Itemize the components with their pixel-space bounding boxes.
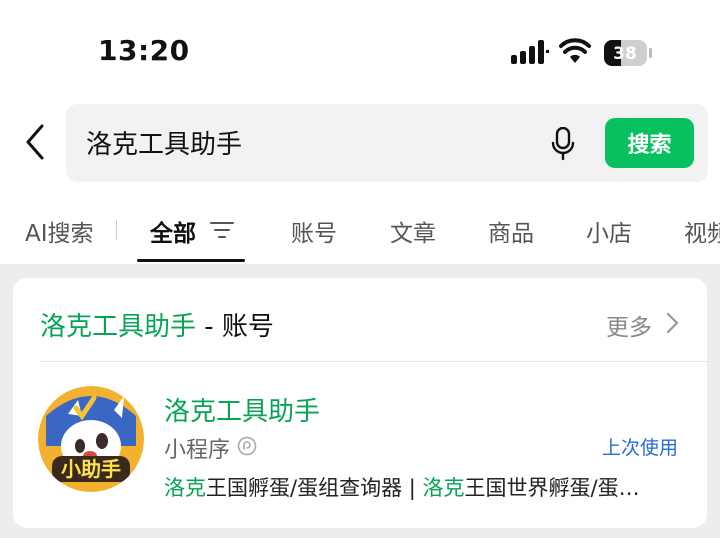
search-button[interactable]: 搜索 [605, 118, 694, 168]
cellular-signal-icon [511, 40, 549, 64]
desc-highlight: 洛克 [164, 476, 206, 500]
chevron-right-icon[interactable] [665, 311, 679, 335]
card-divider [40, 361, 707, 362]
tab-divider [116, 220, 117, 240]
status-bar: 13:20 38 [0, 0, 720, 100]
status-time: 13:20 [98, 34, 190, 67]
microphone-icon[interactable] [551, 127, 575, 161]
back-arrow-icon[interactable] [24, 122, 46, 162]
tab-articles[interactable]: 文章 [390, 214, 436, 248]
battery-level: 38 [613, 44, 637, 64]
desc-text: 王国世界孵蛋/蛋… [464, 476, 640, 500]
section-title-highlight: 洛克工具助手 [40, 312, 197, 342]
wifi-icon [559, 38, 591, 63]
filter-icon[interactable] [210, 220, 234, 240]
avatar-text: 小助手 [61, 457, 121, 481]
mini-program-name[interactable]: 洛克工具助手 [164, 391, 320, 428]
section-title-suffix: - 账号 [196, 312, 274, 342]
mini-program-description: 洛克王国孵蛋/蛋组查询器 | 洛克王国世界孵蛋/蛋… [164, 472, 684, 502]
tab-all[interactable]: 全部 [150, 214, 196, 248]
mini-program-icon [237, 436, 257, 456]
tab-products[interactable]: 商品 [488, 214, 534, 248]
more-link[interactable]: 更多 [606, 308, 652, 342]
desc-text: 王国孵蛋/蛋组查询器 | [206, 476, 423, 500]
tab-accounts[interactable]: 账号 [291, 214, 337, 248]
last-used-badge: 上次使用 [602, 437, 679, 459]
mini-program-type: 小程序 [164, 438, 231, 463]
desc-highlight: 洛克 [422, 476, 465, 500]
active-tab-indicator [137, 259, 245, 262]
mini-program-avatar[interactable]: 小助手 [38, 386, 144, 492]
battery-icon: 38 [604, 40, 652, 66]
tab-shops[interactable]: 小店 [586, 214, 632, 248]
tab-videos[interactable]: 视频 [684, 214, 720, 248]
tab-ai-search[interactable]: AI搜索 [25, 214, 94, 248]
search-query-text[interactable]: 洛克工具助手 [86, 124, 242, 161]
section-title: 洛克工具助手 - 账号 [40, 306, 274, 343]
